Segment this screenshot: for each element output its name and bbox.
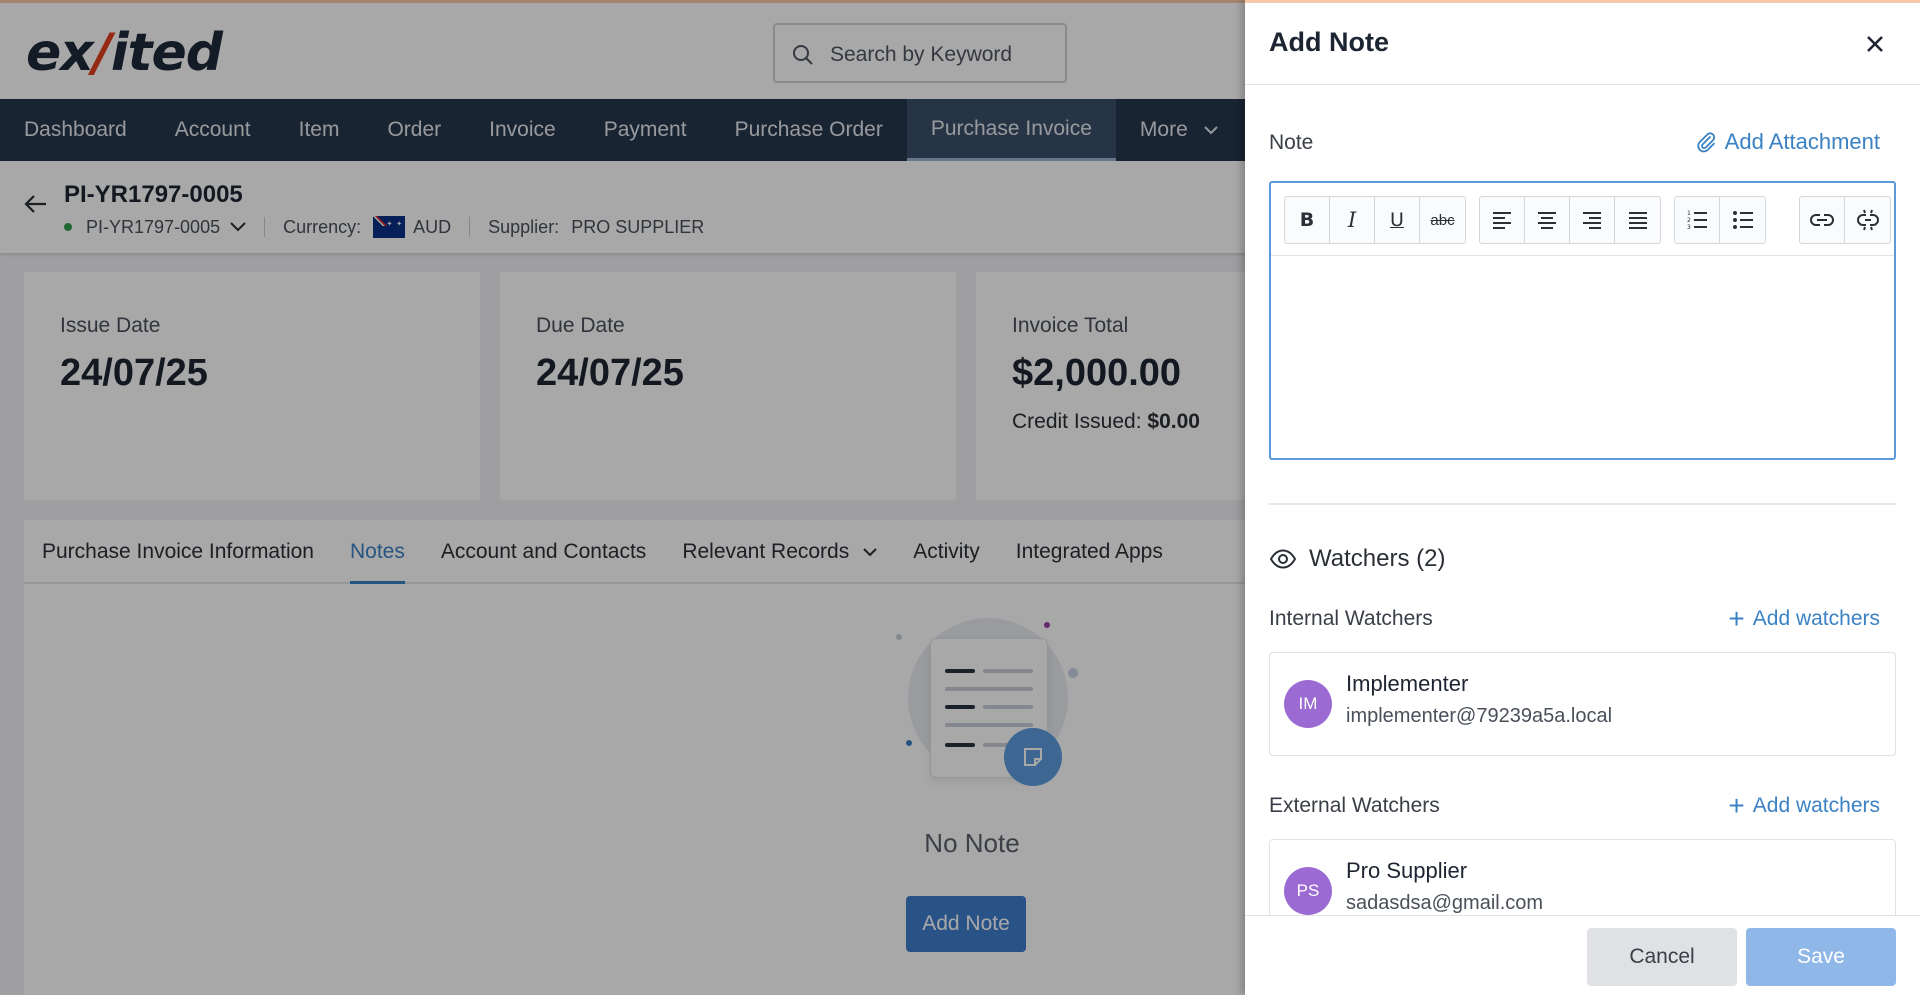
editor-toolbar: B I U abc 123 [1271, 183, 1894, 256]
watchers-title: Watchers (2) [1309, 545, 1446, 572]
watcher-name: Pro Supplier [1346, 858, 1468, 883]
add-attachment-label: Add Attachment [1724, 129, 1880, 154]
align-left-button[interactable] [1480, 197, 1525, 243]
cancel-button[interactable]: Cancel [1587, 928, 1737, 986]
list-group: 123 [1674, 196, 1766, 244]
bullet-list-icon [1732, 211, 1753, 229]
ordered-list-button[interactable]: 123 [1675, 197, 1720, 243]
plus-icon: + [1728, 603, 1745, 634]
link-group [1799, 196, 1891, 244]
align-group [1479, 196, 1661, 244]
align-right-button[interactable] [1570, 197, 1615, 243]
underline-button[interactable]: U [1375, 197, 1420, 243]
svg-text:1: 1 [1687, 210, 1691, 217]
add-external-watchers-link[interactable]: + Add watchers [1728, 790, 1880, 821]
bold-button[interactable]: B [1285, 197, 1330, 243]
format-group: B I U abc [1284, 196, 1466, 244]
note-text-area[interactable] [1271, 257, 1894, 458]
close-icon[interactable] [1864, 33, 1886, 55]
add-attachment-link[interactable]: Add Attachment [1695, 129, 1880, 155]
drawer-title: Add Note [1269, 27, 1389, 57]
strikethrough-button[interactable]: abc [1420, 197, 1465, 243]
internal-watchers-label: Internal Watchers [1269, 607, 1433, 630]
align-center-icon [1538, 212, 1556, 229]
align-center-button[interactable] [1525, 197, 1570, 243]
watcher-name: Implementer [1346, 671, 1469, 696]
bullet-list-button[interactable] [1720, 197, 1765, 243]
watcher-email: implementer@79239a5a.local [1346, 705, 1613, 727]
add-external-watchers-label: Add watchers [1752, 794, 1880, 817]
align-left-icon [1493, 212, 1511, 229]
justify-icon [1628, 212, 1647, 229]
note-label: Note [1269, 131, 1314, 154]
add-note-drawer: Add Note Note Add Attachment B I U abc 1… [1245, 0, 1920, 995]
insert-link-button[interactable] [1800, 197, 1845, 243]
italic-button[interactable]: I [1330, 197, 1375, 243]
avatar: PS [1284, 867, 1332, 915]
ordered-list-icon: 123 [1687, 210, 1707, 230]
paperclip-icon [1697, 132, 1715, 153]
avatar: IM [1284, 680, 1332, 728]
save-button[interactable]: Save [1746, 928, 1896, 986]
svg-text:3: 3 [1687, 224, 1691, 230]
link-icon [1810, 214, 1834, 226]
watcher-email: sadasdsa@gmail.com [1346, 892, 1544, 914]
align-right-icon [1583, 212, 1601, 229]
add-internal-watchers-link[interactable]: + Add watchers [1728, 603, 1880, 634]
drawer-footer: Cancel Save [1245, 915, 1920, 995]
unlink-icon [1856, 209, 1879, 231]
justify-button[interactable] [1615, 197, 1660, 243]
eye-icon [1269, 549, 1297, 569]
plus-icon: + [1728, 790, 1745, 821]
drawer-header: Add Note [1245, 3, 1920, 85]
remove-link-button[interactable] [1845, 197, 1890, 243]
modal-backdrop[interactable] [0, 0, 1245, 995]
note-editor: B I U abc 123 [1269, 181, 1896, 460]
add-internal-watchers-label: Add watchers [1752, 607, 1880, 630]
internal-watcher-card: IM Implementer implementer@79239a5a.loca… [1269, 652, 1896, 756]
external-watchers-label: External Watchers [1269, 794, 1440, 817]
section-divider [1269, 503, 1896, 505]
svg-text:2: 2 [1687, 217, 1691, 224]
watchers-header: Watchers (2) [1269, 545, 1445, 573]
